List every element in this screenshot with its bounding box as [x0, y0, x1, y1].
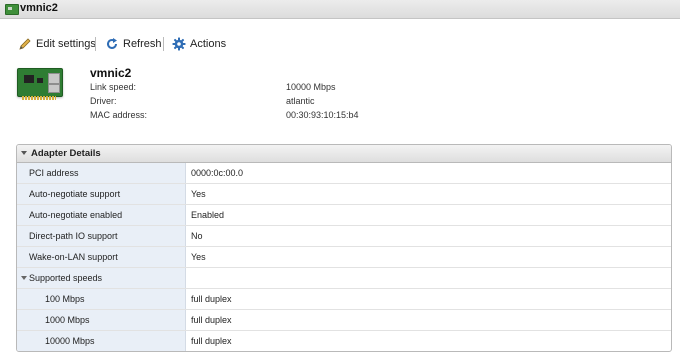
link-speed-value: 10000 Mbps [286, 82, 336, 92]
supported-speeds-row[interactable]: Supported speeds [17, 268, 671, 289]
toolbar: Edit settings Refresh Actions [0, 34, 680, 54]
mac-address-label: MAC address: [90, 110, 148, 120]
edit-settings-button[interactable]: Edit settings [18, 34, 96, 54]
row-key: PCI address [29, 168, 79, 178]
mac-address-value: 00:30:93:10:15:b4 [286, 110, 359, 120]
row-value: Enabled [191, 210, 225, 220]
adapter-details-panel: Adapter Details PCI address 0000:0c:00.0… [16, 144, 672, 352]
row-key: Auto-negotiate support [29, 189, 121, 199]
edit-settings-label: Edit settings [36, 38, 96, 50]
collapse-caret-icon[interactable] [21, 151, 27, 155]
adapter-details-header[interactable]: Adapter Details [17, 145, 671, 163]
toolbar-divider [163, 37, 164, 51]
speed-value: full duplex [191, 294, 232, 304]
actions-label: Actions [190, 38, 227, 50]
network-card-icon [5, 4, 19, 15]
speed-key: 100 Mbps [45, 294, 85, 304]
row-value: No [191, 231, 203, 241]
driver-value: atlantic [286, 96, 315, 106]
speed-row: 10000 Mbps full duplex [17, 331, 671, 351]
driver-label: Driver: [90, 96, 117, 106]
window-title: vmnic2 [20, 2, 58, 14]
window-title-bar: vmnic2 [0, 0, 680, 19]
speed-key: 1000 Mbps [45, 315, 90, 325]
speed-value: full duplex [191, 336, 232, 346]
row-key: Direct-path IO support [29, 231, 118, 241]
table-row: Direct-path IO support No [17, 226, 671, 247]
row-value: 0000:0c:00.0 [191, 168, 244, 178]
network-card-image [17, 68, 63, 100]
table-row: Wake-on-LAN support Yes [17, 247, 671, 268]
speed-value: full duplex [191, 315, 232, 325]
table-row: Auto-negotiate support Yes [17, 184, 671, 205]
device-summary: vmnic2 Link speed: 10000 Mbps Driver: at… [0, 60, 680, 124]
refresh-icon [105, 37, 119, 51]
row-value: Yes [191, 189, 206, 199]
speed-row: 100 Mbps full duplex [17, 289, 671, 310]
row-key: Auto-negotiate enabled [29, 210, 123, 220]
speed-key: 10000 Mbps [45, 336, 95, 346]
speed-row: 1000 Mbps full duplex [17, 310, 671, 331]
table-row: PCI address 0000:0c:00.0 [17, 163, 671, 184]
adapter-details-title: Adapter Details [31, 148, 101, 159]
row-value: Yes [191, 252, 206, 262]
gear-icon [172, 37, 186, 51]
refresh-button[interactable]: Refresh [105, 34, 162, 54]
supported-speeds-label: Supported speeds [29, 273, 103, 283]
device-name: vmnic2 [90, 66, 132, 80]
refresh-label: Refresh [123, 38, 162, 50]
actions-button[interactable]: Actions [172, 34, 226, 54]
toolbar-divider [95, 37, 96, 51]
table-row: Auto-negotiate enabled Enabled [17, 205, 671, 226]
collapse-caret-icon[interactable] [21, 276, 27, 280]
link-speed-label: Link speed: [90, 82, 137, 92]
pencil-icon [18, 37, 32, 51]
row-key: Wake-on-LAN support [29, 252, 118, 262]
